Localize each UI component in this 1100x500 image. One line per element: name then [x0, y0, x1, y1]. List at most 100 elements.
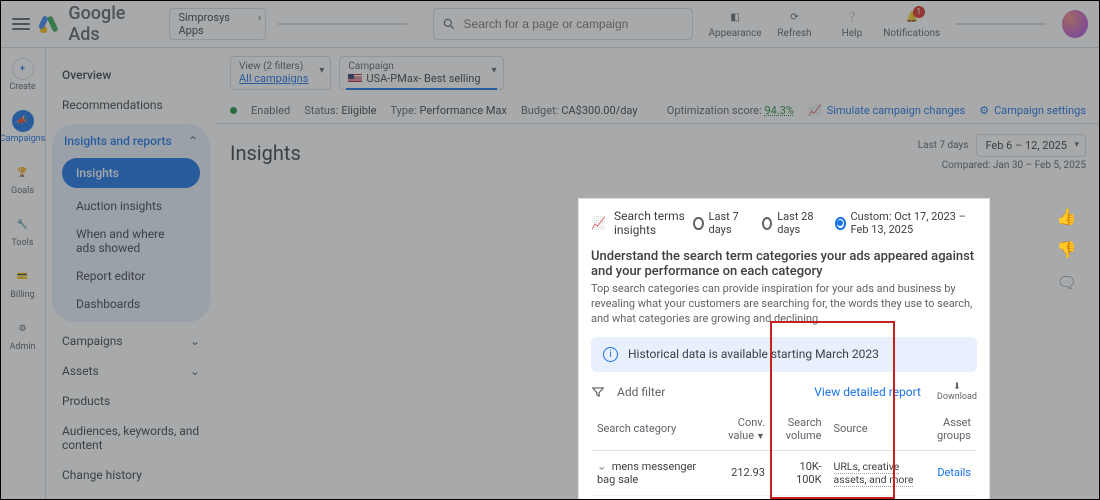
status-bar: Enabled Status:Eligible Type:Performance…	[216, 98, 1100, 124]
us-flag-icon	[348, 74, 362, 83]
filter-icon[interactable]	[591, 385, 605, 399]
account-underline	[278, 23, 406, 25]
campaign-selector[interactable]: Campaign USA-PMax- Best selling	[339, 56, 503, 90]
plus-icon: +	[12, 58, 34, 80]
sidebar-insights-reports[interactable]: Insights and reports	[52, 128, 210, 154]
panel-heading: Understand the search term categories yo…	[591, 249, 977, 279]
date-compared: Compared: Jan 30 – Feb 5, 2025	[942, 160, 1086, 171]
sidebar-report-editor[interactable]: Report editor	[62, 262, 200, 290]
conv-value: 386.62	[720, 495, 771, 500]
expand-icon[interactable]: ⌄	[597, 461, 606, 471]
sidebar-assets[interactable]: Assets	[52, 356, 210, 386]
trophy-icon: 🏆	[12, 162, 34, 184]
rail-tools[interactable]: 🔧Tools	[11, 214, 33, 248]
panel-description: Top search categories can provide inspir…	[591, 282, 977, 327]
card-icon: 💳	[11, 266, 33, 288]
megaphone-icon: 📣	[12, 110, 34, 132]
sidebar-when-where[interactable]: When and where ads showed	[62, 220, 200, 262]
sidebar-audiences[interactable]: Audiences, keywords, and content	[52, 416, 210, 460]
rail-campaigns[interactable]: 📣Campaigns	[0, 110, 45, 144]
col-source[interactable]: Source	[828, 408, 929, 451]
simulate-link[interactable]: 📈Simulate campaign changes	[808, 104, 965, 117]
date-preset-label: Last 7 days	[918, 140, 969, 151]
radio-last7[interactable]: Last 7 days	[693, 210, 746, 236]
thumbs-down-icon[interactable]: 👎	[1057, 240, 1077, 259]
sidebar-overview[interactable]: Overview	[52, 60, 210, 90]
details-link[interactable]: Details	[937, 466, 971, 479]
gear-icon: ⚙	[979, 104, 989, 117]
google-ads-logo	[38, 12, 60, 36]
status-type: Type:Performance Max	[390, 104, 506, 117]
radio-custom[interactable]: Custom: Oct 17, 2023 – Feb 13, 2025	[835, 210, 977, 236]
status-budget: Budget:CA$300.00/day	[521, 104, 638, 117]
sidebar-campaigns[interactable]: Campaigns	[52, 326, 210, 356]
rail-goals[interactable]: 🏆Goals	[11, 162, 34, 196]
sidebar-change-history[interactable]: Change history	[52, 460, 210, 490]
help-button[interactable]: ❔Help	[827, 8, 876, 39]
category-name: mens messenger bag sale	[597, 460, 696, 486]
radio-last28[interactable]: Last 28 days	[762, 210, 819, 236]
col-asset-groups[interactable]: Asset groups	[929, 408, 978, 451]
help-icon: ❔	[843, 8, 861, 26]
panel-breadcrumb: 📈 Search terms insights	[591, 209, 693, 237]
notifications-button[interactable]: 🔔1Notifications	[885, 8, 939, 39]
refresh-button[interactable]: ⟳Refresh	[770, 8, 819, 39]
notif-badge: 1	[913, 6, 925, 18]
wrench-icon: 🔧	[11, 214, 33, 236]
chevron-up-icon	[188, 134, 198, 148]
table-row: ⌄ leather travel bag386.62100K-1MSearch …	[591, 495, 977, 500]
chevron-down-icon	[190, 364, 200, 378]
header-line	[955, 23, 1047, 25]
info-banner: i Historical data is available starting …	[591, 337, 977, 372]
date-area: Last 7 days Feb 6 – 12, 2025 Compared: J…	[918, 134, 1086, 171]
header: Google Ads Simprosys Apps ◧Appearance ⟳R…	[0, 0, 1100, 48]
search-icon	[442, 17, 456, 31]
product-name: Google Ads	[68, 3, 153, 45]
page-title: Insights	[230, 141, 301, 165]
page-title-row: Insights Last 7 days Feb 6 – 12, 2025 Co…	[216, 124, 1100, 177]
left-rail: +Create 📣Campaigns 🏆Goals 🔧Tools 💳Billin…	[0, 48, 46, 500]
source-cell: URLs, creative assets, and more	[828, 450, 929, 495]
sidebar-recommendations[interactable]: Recommendations	[52, 90, 210, 120]
feedback-rail: 👍 👎 🗨	[1057, 207, 1077, 292]
search-category-table: Search category Conv. value▼ Search volu…	[591, 408, 977, 500]
rail-create[interactable]: +Create	[9, 58, 35, 92]
note-icon[interactable]: 🗨	[1057, 273, 1077, 292]
table-row: ⌄ mens messenger bag sale212.9310K-100KU…	[591, 450, 977, 495]
sidebar-insights-active[interactable]: Insights	[62, 158, 200, 188]
chevron-down-icon	[190, 334, 200, 348]
view-selector[interactable]: View (2 filters) All campaigns	[230, 56, 331, 90]
col-search-category[interactable]: Search category	[591, 408, 720, 451]
add-filter[interactable]: Add filter	[617, 385, 665, 399]
thumbs-up-icon[interactable]: 👍	[1057, 207, 1077, 226]
search-box[interactable]	[433, 8, 693, 40]
date-radio-group: Last 7 days Last 28 days Custom: Oct 17,…	[693, 210, 977, 236]
rail-admin[interactable]: ⚙Admin	[10, 318, 36, 352]
rail-billing[interactable]: 💳Billing	[10, 266, 34, 300]
appearance-button[interactable]: ◧Appearance	[709, 8, 762, 39]
campaign-settings-link[interactable]: ⚙Campaign settings	[979, 104, 1086, 117]
sidebar-dashboards[interactable]: Dashboards	[62, 290, 200, 318]
view-detailed-report-link[interactable]: View detailed report	[814, 385, 921, 399]
sort-desc-icon: ▼	[756, 432, 765, 442]
info-icon: i	[603, 347, 618, 362]
sidebar-products[interactable]: Products	[52, 386, 210, 416]
status-dot-icon	[230, 107, 237, 114]
col-search-volume[interactable]: Search volume	[771, 408, 828, 451]
appearance-icon: ◧	[726, 8, 744, 26]
search-volume: 100K-1M	[771, 495, 828, 500]
avatar[interactable]	[1062, 10, 1088, 38]
sidebar-auction[interactable]: Auction insights	[62, 192, 200, 220]
account-chip[interactable]: Simprosys Apps	[169, 8, 266, 40]
panel-toolbar: Add filter View detailed report ⬇Downloa…	[591, 382, 977, 402]
download-icon: ⬇	[953, 382, 961, 392]
gear-icon: ⚙	[12, 318, 34, 340]
col-conv-value[interactable]: Conv. value▼	[720, 408, 771, 451]
download-button[interactable]: ⬇Download	[937, 382, 977, 402]
main: View (2 filters) All campaigns Campaign …	[216, 48, 1100, 500]
search-input[interactable]	[464, 17, 684, 31]
menu-icon[interactable]	[12, 14, 30, 34]
date-range-picker[interactable]: Feb 6 – 12, 2025	[976, 134, 1086, 157]
view-bar: View (2 filters) All campaigns Campaign …	[216, 48, 1100, 98]
chart-icon: 📈	[808, 104, 822, 117]
